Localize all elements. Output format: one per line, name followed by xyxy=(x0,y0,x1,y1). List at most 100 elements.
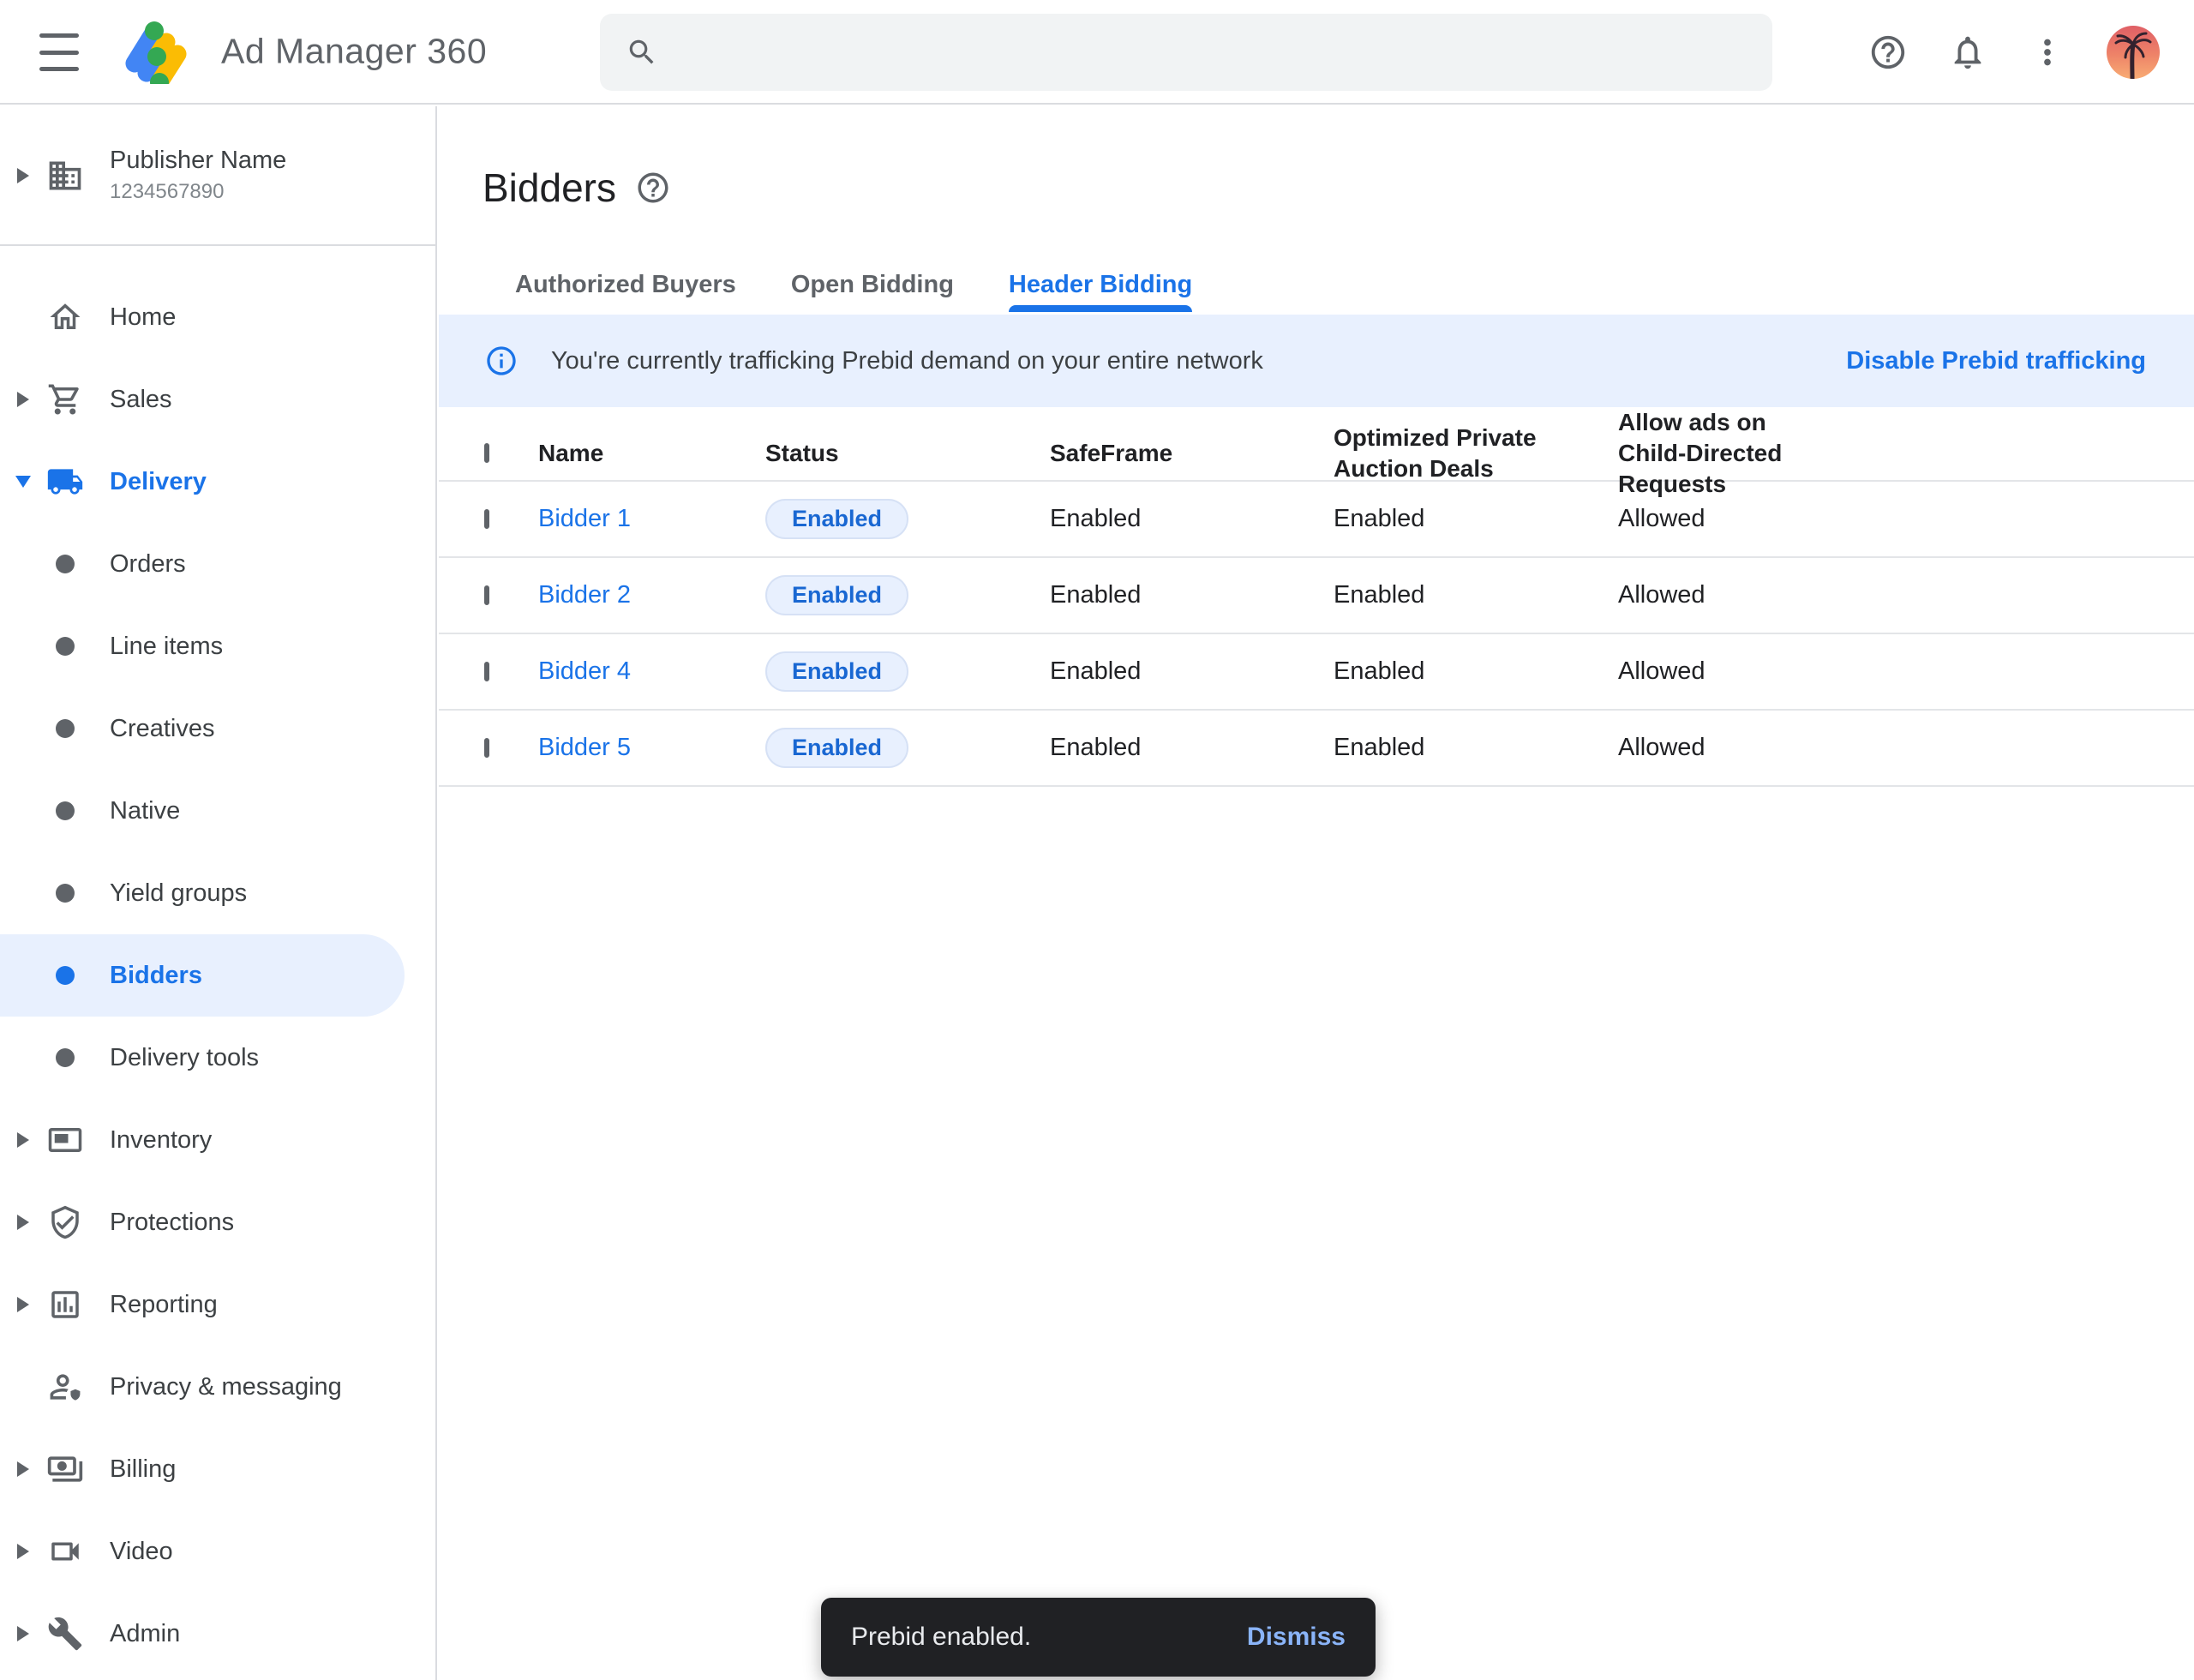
tab-header-bidding[interactable]: Header Bidding xyxy=(1009,257,1192,312)
column-header-opad: Optimized Private Auction Deals xyxy=(1334,423,1548,484)
publisher-selector[interactable]: Publisher Name 1234567890 xyxy=(0,106,435,246)
status-chip: Enabled xyxy=(765,651,908,692)
expand-caret-icon[interactable] xyxy=(17,1215,29,1230)
truck-icon xyxy=(46,463,84,501)
table-header-row: Name Status SafeFrame Optimized Private … xyxy=(439,407,2194,482)
column-header-status: Status xyxy=(765,438,1050,469)
sidebar-item-protections[interactable]: Protections xyxy=(0,1181,435,1263)
search-bar[interactable] xyxy=(600,14,1772,91)
toast-snackbar: Prebid enabled. Dismiss xyxy=(821,1598,1376,1677)
app-header: Ad Manager 360 xyxy=(0,0,2194,105)
table-row: Bidder 4 Enabled Enabled Enabled Allowed xyxy=(439,634,2194,711)
child-directed-value: Allowed xyxy=(1618,734,2194,762)
prebid-info-banner: You're currently trafficking Prebid dema… xyxy=(439,315,2194,407)
search-input[interactable] xyxy=(680,38,1747,67)
sidebar-item-native[interactable]: Native xyxy=(0,770,435,852)
shield-check-icon xyxy=(46,1204,84,1240)
sidebar-item-bidders[interactable]: Bidders xyxy=(0,934,435,1017)
collapse-caret-icon[interactable] xyxy=(15,476,31,488)
dismiss-button[interactable]: Dismiss xyxy=(1247,1623,1346,1652)
toast-message: Prebid enabled. xyxy=(851,1623,1031,1652)
table-row: Bidder 5 Enabled Enabled Enabled Allowed xyxy=(439,711,2194,787)
info-icon xyxy=(484,344,519,378)
publisher-name: Publisher Name xyxy=(110,147,286,175)
table-row: Bidder 2 Enabled Enabled Enabled Allowed xyxy=(439,558,2194,634)
menu-icon[interactable] xyxy=(39,33,79,71)
child-directed-value: Allowed xyxy=(1618,505,2194,533)
opad-value: Enabled xyxy=(1334,734,1618,762)
sidebar-item-creatives[interactable]: Creatives xyxy=(0,687,435,770)
tab-open-bidding[interactable]: Open Bidding xyxy=(791,257,954,312)
sidebar-item-privacy-messaging[interactable]: Privacy & messaging xyxy=(0,1346,435,1428)
ad-unit-icon xyxy=(46,1122,84,1158)
select-all-checkbox[interactable] xyxy=(484,443,489,463)
child-directed-value: Allowed xyxy=(1618,581,2194,609)
publisher-building-icon xyxy=(46,157,84,195)
banner-message: You're currently trafficking Prebid dema… xyxy=(551,347,1263,375)
sidebar-item-video[interactable]: Video xyxy=(0,1510,435,1593)
cart-icon xyxy=(46,381,84,417)
sidebar-item-line-items[interactable]: Line items xyxy=(0,605,435,687)
sidebar-item-sales[interactable]: Sales xyxy=(0,358,435,441)
sidebar: Publisher Name 1234567890 Home Sales xyxy=(0,106,437,1680)
ad-manager-logo-icon xyxy=(123,21,188,84)
opad-value: Enabled xyxy=(1334,581,1618,609)
page-title-row: Bidders xyxy=(483,165,671,211)
sidebar-item-admin[interactable]: Admin xyxy=(0,1593,435,1675)
sidebar-item-inventory[interactable]: Inventory xyxy=(0,1099,435,1181)
bullet-icon xyxy=(56,555,75,573)
sidebar-item-delivery-tools[interactable]: Delivery tools xyxy=(0,1017,435,1099)
sidebar-item-orders[interactable]: Orders xyxy=(0,523,435,605)
palm-tree-silhouette xyxy=(2112,31,2155,79)
bidder-link[interactable]: Bidder 2 xyxy=(538,581,631,609)
tab-authorized-buyers[interactable]: Authorized Buyers xyxy=(515,257,736,312)
expand-caret-icon[interactable] xyxy=(17,392,29,407)
sidebar-item-billing[interactable]: Billing xyxy=(0,1428,435,1510)
expand-caret-icon[interactable] xyxy=(17,1544,29,1559)
payments-icon xyxy=(46,1450,84,1488)
expand-caret-icon[interactable] xyxy=(17,1297,29,1312)
more-options-icon[interactable] xyxy=(2027,32,2068,73)
column-header-name: Name xyxy=(538,438,765,469)
bidder-link[interactable]: Bidder 1 xyxy=(538,505,631,532)
bullet-icon xyxy=(56,801,75,820)
home-icon xyxy=(46,299,84,335)
sidebar-item-reporting[interactable]: Reporting xyxy=(0,1263,435,1346)
help-icon[interactable] xyxy=(1867,32,1909,73)
status-chip: Enabled xyxy=(765,575,908,615)
sidebar-item-home[interactable]: Home xyxy=(0,276,435,358)
bidder-link[interactable]: Bidder 4 xyxy=(538,657,631,685)
bullet-icon xyxy=(56,637,75,656)
bullet-icon xyxy=(56,1048,75,1067)
sidebar-nav: Home Sales Delivery Orders xyxy=(0,276,435,1675)
column-header-safeframe: SafeFrame xyxy=(1050,438,1334,469)
wrench-icon xyxy=(46,1616,84,1652)
bullet-icon xyxy=(56,966,75,985)
bullet-icon xyxy=(56,884,75,903)
notifications-icon[interactable] xyxy=(1947,32,1988,73)
user-avatar[interactable] xyxy=(2107,26,2160,79)
expand-caret-icon[interactable] xyxy=(17,1132,29,1148)
publisher-id: 1234567890 xyxy=(110,180,286,204)
expand-caret-icon[interactable] xyxy=(17,168,29,183)
expand-caret-icon[interactable] xyxy=(17,1626,29,1641)
app-title: Ad Manager 360 xyxy=(221,32,487,72)
bidder-link[interactable]: Bidder 5 xyxy=(538,734,631,761)
tab-bar: Authorized Buyers Open Bidding Header Bi… xyxy=(515,257,1192,312)
row-checkbox[interactable] xyxy=(484,738,489,758)
row-checkbox[interactable] xyxy=(484,509,489,529)
safeframe-value: Enabled xyxy=(1050,657,1334,686)
header-actions xyxy=(1867,0,2160,105)
search-icon xyxy=(626,36,658,69)
row-checkbox[interactable] xyxy=(484,585,489,605)
opad-value: Enabled xyxy=(1334,657,1618,686)
sidebar-item-yield-groups[interactable]: Yield groups xyxy=(0,852,435,934)
bidders-table: Name Status SafeFrame Optimized Private … xyxy=(439,407,2194,787)
videocam-icon xyxy=(46,1533,84,1569)
bullet-icon xyxy=(56,719,75,738)
sidebar-item-delivery[interactable]: Delivery xyxy=(0,441,435,523)
row-checkbox[interactable] xyxy=(484,662,489,681)
disable-prebid-link[interactable]: Disable Prebid trafficking xyxy=(1846,347,2146,375)
title-help-icon[interactable] xyxy=(635,170,671,206)
expand-caret-icon[interactable] xyxy=(17,1461,29,1477)
